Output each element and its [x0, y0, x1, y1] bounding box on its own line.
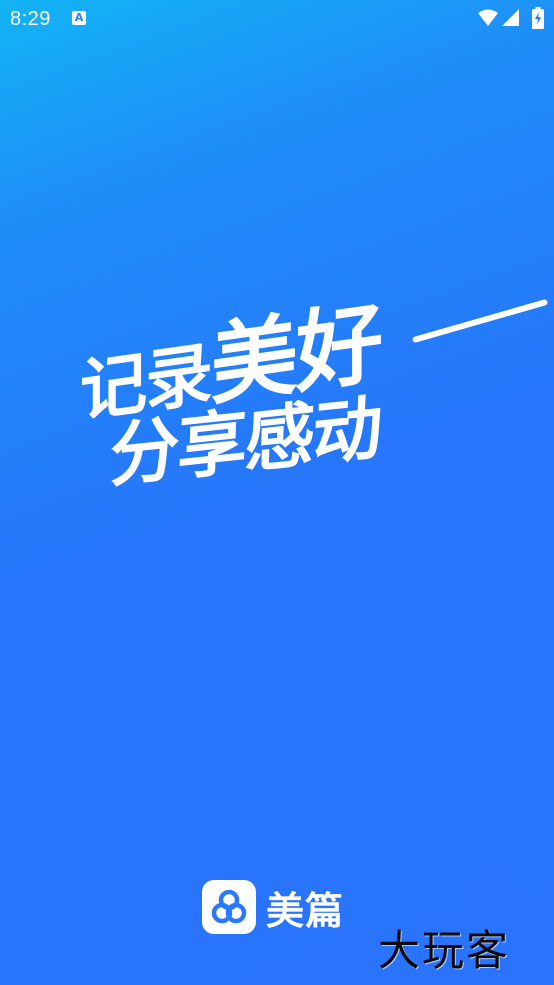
wifi-icon — [478, 9, 498, 31]
brand-name: 美篇 — [266, 888, 345, 933]
meipian-logo-icon — [202, 880, 256, 934]
status-bar: 8:29 A — [0, 0, 554, 38]
status-time: 8:29 — [10, 8, 51, 30]
signal-icon — [502, 9, 520, 31]
brush-stroke-decoration — [411, 298, 549, 344]
watermark-text: 大玩客 — [378, 926, 511, 975]
splash-slogan: 记录美好 分享感动 — [70, 270, 549, 520]
battery-icon — [532, 7, 544, 33]
brand-lockup: 美篇 — [202, 879, 344, 935]
notification-app-icon: A — [72, 11, 86, 25]
